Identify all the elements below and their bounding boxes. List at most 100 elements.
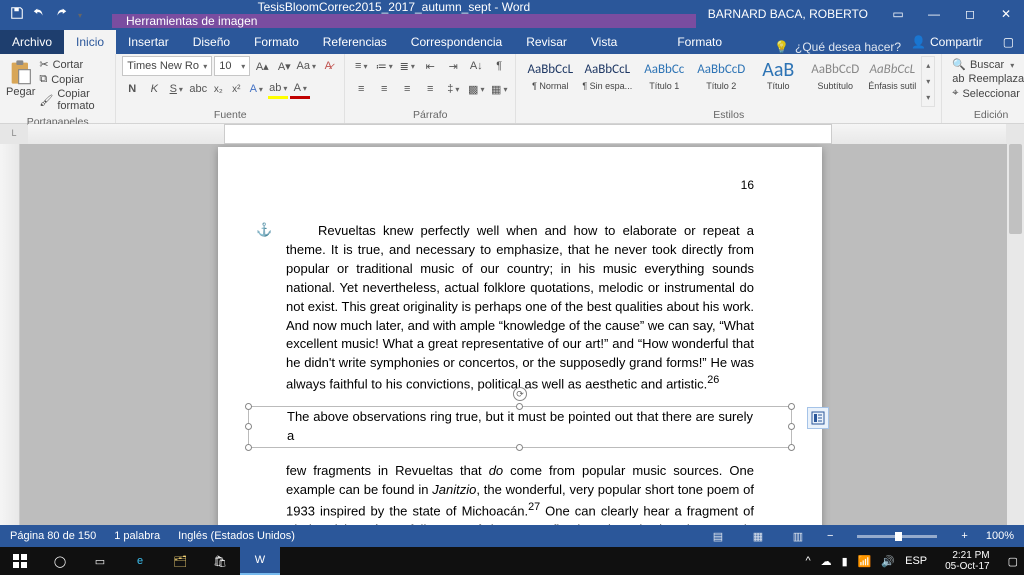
volume-icon[interactable]: 🔊 [881, 555, 895, 568]
show-marks-icon[interactable]: ¶ [489, 56, 509, 76]
qat-more-icon[interactable] [76, 7, 82, 21]
comments-pane-icon[interactable]: ▢ [993, 30, 1024, 54]
line-spacing-icon[interactable]: ‡ [443, 79, 463, 99]
zoom-slider[interactable] [857, 535, 937, 538]
decrease-indent-icon[interactable]: ⇤ [420, 56, 440, 76]
print-layout-icon[interactable]: ▦ [747, 530, 769, 543]
grow-font-icon[interactable]: A▴ [252, 56, 272, 76]
share-button[interactable]: 👤 Compartir [901, 30, 993, 54]
copy-button[interactable]: ⧉Copiar [39, 73, 105, 86]
justify-icon[interactable]: ≡ [420, 79, 440, 99]
layout-options-icon[interactable] [807, 407, 829, 429]
taskbar-edge-icon[interactable]: e [120, 547, 160, 575]
taskbar-explorer-icon[interactable]: 🗂 [160, 547, 200, 575]
highlight-icon[interactable]: ab [268, 79, 288, 99]
strikethrough-icon[interactable]: abc [188, 79, 208, 99]
web-layout-icon[interactable]: ▥ [787, 530, 809, 543]
tray-overflow-icon[interactable]: ^ [805, 555, 810, 567]
onedrive-icon[interactable]: ☁ [821, 555, 832, 568]
style-subtle-emphasis[interactable]: AaBbCcLÉnfasis sutil [864, 56, 920, 107]
body-paragraph[interactable]: Revueltas knew perfectly well when and h… [286, 222, 754, 394]
bold-icon[interactable]: N [122, 79, 142, 99]
underline-icon[interactable]: S [166, 79, 186, 99]
format-painter-button[interactable]: 🖌Copiar formato [39, 88, 105, 112]
style-no-spacing[interactable]: AaBbCcL¶ Sin espa... [579, 56, 635, 107]
redo-icon[interactable] [54, 6, 68, 23]
undo-icon[interactable] [32, 6, 46, 23]
ime-indicator[interactable]: ESP [905, 555, 927, 567]
tab-review[interactable]: Revisar [514, 30, 579, 54]
resize-handle[interactable] [245, 423, 252, 430]
cortana-search-icon[interactable]: ◯ [40, 547, 80, 575]
resize-handle[interactable] [245, 403, 252, 410]
resize-handle[interactable] [788, 444, 795, 451]
tab-home[interactable]: Inicio [64, 30, 116, 54]
task-view-icon[interactable]: ▭ [80, 547, 120, 575]
change-case-icon[interactable]: Aa [296, 56, 316, 76]
wifi-icon[interactable]: 📶 [858, 555, 872, 568]
resize-handle[interactable] [788, 423, 795, 430]
tell-me-search[interactable]: 💡 ¿Qué desea hacer? [774, 40, 901, 54]
styles-gallery[interactable]: AaBbCcL¶ Normal AaBbCcL¶ Sin espa... AaB… [522, 56, 935, 107]
styles-gallery-more[interactable]: ▴▾▾ [921, 56, 935, 107]
action-center-icon[interactable]: ▢ [1008, 555, 1018, 568]
picture-tools-tab[interactable]: Herramientas de imagen [112, 14, 696, 28]
clear-formatting-icon[interactable]: A̷ [318, 56, 338, 76]
font-name-combo[interactable]: Times New Ro [122, 56, 212, 76]
paste-button[interactable]: Pegar [6, 56, 35, 114]
document-page[interactable]: ⚓ 16 Revueltas knew perfectly well when … [218, 147, 822, 553]
tab-file[interactable]: Archivo [0, 30, 64, 54]
tab-references[interactable]: Referencias [311, 30, 399, 54]
ribbon-display-icon[interactable]: ▭ [880, 0, 916, 28]
font-color-icon[interactable]: A [290, 79, 310, 99]
sort-icon[interactable]: A↓ [466, 56, 486, 76]
resize-handle[interactable] [516, 444, 523, 451]
user-name[interactable]: BARNARD BACA, ROBERTO [696, 7, 880, 21]
subscript-icon[interactable]: x₂ [210, 79, 226, 99]
style-title[interactable]: AaBTítulo [750, 56, 806, 107]
multilevel-list-icon[interactable]: ≣ [397, 56, 417, 76]
language-status[interactable]: Inglés (Estados Unidos) [178, 530, 295, 542]
tab-design[interactable]: Diseño [181, 30, 242, 54]
save-icon[interactable] [10, 6, 24, 23]
tab-view[interactable]: Vista [579, 30, 629, 54]
align-center-icon[interactable]: ≡ [374, 79, 394, 99]
font-size-combo[interactable]: 10 [214, 56, 250, 76]
replace-button[interactable]: abReemplazar [952, 73, 1024, 85]
zoom-in-icon[interactable]: + [961, 530, 967, 542]
close-icon[interactable]: ✕ [988, 0, 1024, 28]
text-effects-icon[interactable]: A [246, 79, 266, 99]
start-button[interactable] [0, 547, 40, 575]
tab-picture-format[interactable]: Formato [665, 30, 734, 54]
word-count[interactable]: 1 palabra [114, 530, 160, 542]
resize-handle[interactable] [788, 403, 795, 410]
document-area[interactable]: ⚓ 16 Revueltas knew perfectly well when … [0, 144, 1024, 553]
find-button[interactable]: 🔍Buscar [952, 58, 1024, 71]
numbering-icon[interactable]: ≔ [374, 56, 394, 76]
bullets-icon[interactable]: ≡ [351, 56, 371, 76]
selected-textbox[interactable]: ⟳ The above observations ring true, but … [248, 406, 792, 448]
page-status[interactable]: Página 80 de 150 [10, 530, 96, 542]
style-subtitle[interactable]: AaBbCcDSubtítulo [807, 56, 863, 107]
battery-icon[interactable]: ▮ [842, 555, 848, 568]
taskbar-store-icon[interactable]: 🛍 [200, 547, 240, 575]
style-heading1[interactable]: AaBbCcTítulo 1 [636, 56, 692, 107]
scroll-thumb[interactable] [1009, 144, 1022, 234]
align-left-icon[interactable]: ≡ [351, 79, 371, 99]
style-heading2[interactable]: AaBbCcDTítulo 2 [693, 56, 749, 107]
zoom-level[interactable]: 100% [986, 530, 1014, 542]
shading-icon[interactable]: ▩ [466, 79, 486, 99]
cut-button[interactable]: ✂Cortar [39, 58, 105, 71]
shrink-font-icon[interactable]: A▾ [274, 56, 294, 76]
vertical-ruler[interactable] [0, 144, 20, 553]
select-button[interactable]: ⌖Seleccionar [952, 87, 1024, 100]
tab-mailings[interactable]: Correspondencia [399, 30, 514, 54]
borders-icon[interactable]: ▦ [489, 79, 509, 99]
rotate-handle-icon[interactable]: ⟳ [513, 387, 527, 401]
system-clock[interactable]: 2:21 PM05-Oct-17 [937, 550, 997, 572]
minimize-icon[interactable]: — [916, 0, 952, 28]
italic-icon[interactable]: K [144, 79, 164, 99]
align-right-icon[interactable]: ≡ [397, 79, 417, 99]
maximize-icon[interactable]: ◻ [952, 0, 988, 28]
horizontal-ruler[interactable]: L [0, 124, 1024, 144]
